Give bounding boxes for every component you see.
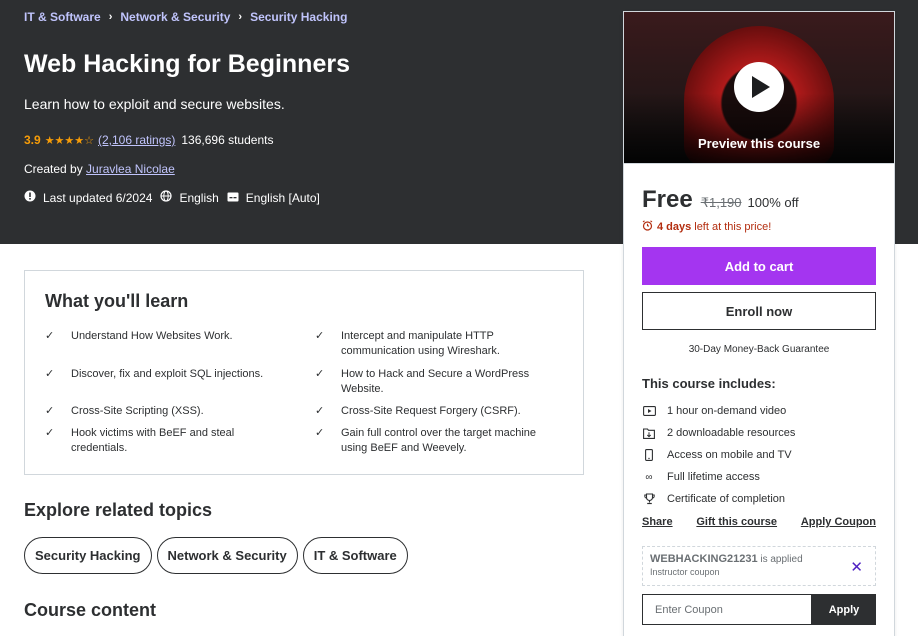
students-count: 136,696 students — [181, 133, 274, 147]
countdown: 4 days left at this price! — [642, 220, 771, 234]
applied-coupon: WEBHACKING21231 is applied Instructor co… — [642, 546, 876, 586]
coupon-input[interactable] — [642, 594, 812, 625]
breadcrumb-security-hacking[interactable]: Security Hacking — [250, 10, 347, 24]
rating-value: 3.9 — [24, 133, 41, 147]
instructor-link[interactable]: Juravlea Nicolae — [86, 162, 175, 176]
chevron-right-icon: › — [238, 11, 243, 23]
created-by: Created by Juravlea Nicolae — [24, 162, 175, 176]
purchase-card: Preview this course Free ₹1,190 100% off… — [623, 11, 895, 636]
discount-percent: 100% off — [747, 195, 799, 210]
last-updated-text: Last updated 6/2024 — [43, 190, 153, 205]
list-item: ✓ Cross-Site Request Forgery (CSRF). — [315, 405, 521, 417]
video-icon — [642, 405, 656, 417]
coupon-form: Apply — [642, 594, 876, 625]
breadcrumb: IT & Software › Network & Security › Sec… — [24, 10, 347, 24]
coupon-status: is applied — [760, 554, 803, 565]
breadcrumb-network-security[interactable]: Network & Security — [120, 10, 230, 24]
check-icon: ✓ — [45, 330, 55, 342]
list-item: ✓ How to Hack and Secure a WordPress Webs… — [315, 368, 530, 395]
list-item: ✓ Cross-Site Scripting (XSS). — [45, 405, 204, 417]
gift-course-link[interactable]: Gift this course — [696, 516, 777, 528]
related-topics-title: Explore related topics — [24, 500, 213, 520]
created-by-label: Created by — [24, 162, 83, 176]
what-you-will-learn: What you'll learn ✓ Understand How Websit… — [24, 270, 584, 475]
topic-it-software[interactable]: IT & Software — [302, 537, 408, 574]
infinity-icon: ∞ — [645, 471, 653, 483]
course-subtitle: Learn how to exploit and secure websites… — [24, 96, 285, 112]
language: English — [160, 190, 219, 205]
play-icon[interactable] — [734, 62, 784, 112]
apply-coupon-button[interactable]: Apply — [812, 594, 876, 625]
course-content-title: Course content — [24, 600, 157, 620]
check-icon: ✓ — [45, 427, 55, 439]
star-rating-icon: ★★★★☆ — [44, 134, 94, 147]
trophy-icon — [642, 493, 656, 505]
alert-badge-icon — [24, 190, 36, 205]
check-icon: ✓ — [45, 368, 55, 380]
course-meta: Last updated 6/2024 English English [Aut… — [24, 190, 328, 205]
share-link[interactable]: Share — [642, 516, 673, 528]
coupon-code: WEBHACKING21231 — [650, 553, 758, 565]
enroll-now-button[interactable]: Enroll now — [642, 292, 876, 330]
check-icon: ✓ — [315, 330, 325, 342]
course-title: Web Hacking for Beginners — [24, 50, 350, 78]
countdown-days: 4 days — [657, 221, 692, 233]
list-item: ✓ Hook victims with BeEF and steal creden… — [45, 427, 235, 454]
check-icon: ✓ — [315, 405, 325, 417]
last-updated: Last updated 6/2024 — [24, 190, 152, 205]
includes-list: 1 hour on-demand video 2 downloadable re… — [642, 400, 795, 510]
related-topics: Security Hacking Network & Security IT &… — [24, 537, 413, 574]
topic-network-security[interactable]: Network & Security — [156, 537, 298, 574]
breadcrumb-it-software[interactable]: IT & Software — [24, 10, 101, 24]
closed-captions-icon — [227, 191, 239, 205]
list-item: ✓ Understand How Websites Work. — [45, 330, 233, 342]
check-icon: ✓ — [315, 427, 325, 439]
list-item: ∞ Full lifetime access — [642, 466, 795, 488]
original-price: ₹1,190 — [700, 195, 742, 210]
current-price: Free — [642, 186, 693, 213]
includes-title: This course includes: — [642, 376, 776, 391]
add-to-cart-button[interactable]: Add to cart — [642, 247, 876, 285]
list-item: ✓ Intercept and manipulate HTTP communica… — [315, 330, 500, 357]
alarm-clock-icon — [642, 220, 653, 234]
list-item: ✓ Discover, fix and exploit SQL injection… — [45, 368, 264, 380]
topic-security-hacking[interactable]: Security Hacking — [24, 537, 152, 574]
ratings-count-link[interactable]: (2,106 ratings) — [98, 133, 175, 147]
course-preview[interactable]: Preview this course — [624, 12, 894, 164]
captions: English [Auto] — [227, 191, 320, 205]
close-icon[interactable]: ✕ — [850, 558, 863, 576]
list-item: 2 downloadable resources — [642, 422, 795, 444]
money-back-guarantee: 30-Day Money-Back Guarantee — [688, 344, 830, 355]
list-item: Access on mobile and TV — [642, 444, 795, 466]
file-icon — [642, 427, 656, 439]
apply-coupon-link[interactable]: Apply Coupon — [801, 516, 876, 528]
preview-label: Preview this course — [697, 136, 821, 151]
list-item: 1 hour on-demand video — [642, 400, 795, 422]
globe-icon — [160, 190, 173, 205]
section-title: What you'll learn — [45, 291, 189, 311]
check-icon: ✓ — [315, 368, 325, 380]
countdown-text: left at this price! — [694, 221, 772, 233]
language-text: English — [179, 190, 219, 205]
captions-text: English [Auto] — [245, 190, 320, 205]
mobile-icon — [642, 449, 656, 461]
coupon-type: Instructor coupon — [650, 567, 720, 577]
chevron-right-icon: › — [108, 11, 113, 23]
list-item: ✓ Gain full control over the target machi… — [315, 427, 537, 454]
rating-row: 3.9 ★★★★☆ (2,106 ratings) 136,696 studen… — [24, 133, 273, 147]
check-icon: ✓ — [45, 405, 55, 417]
list-item: Certificate of completion — [642, 488, 795, 510]
card-links: Share Gift this course Apply Coupon — [642, 516, 876, 528]
price-row: Free ₹1,190 100% off — [642, 186, 799, 214]
